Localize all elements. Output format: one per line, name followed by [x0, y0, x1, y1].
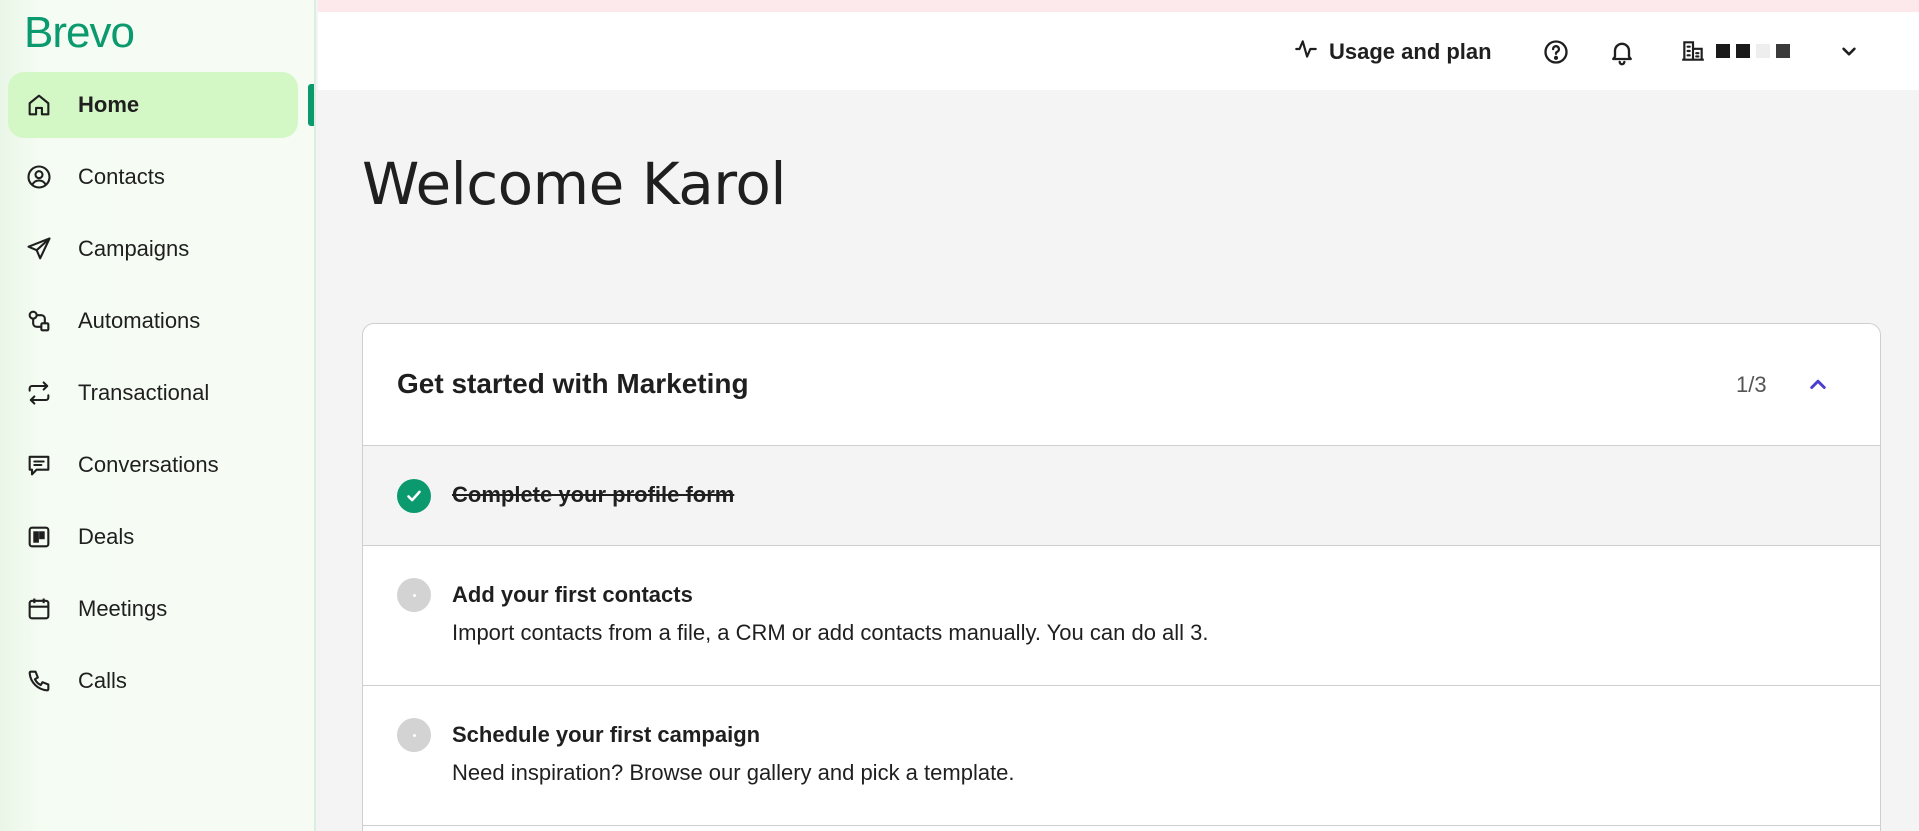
help-icon[interactable]	[1542, 38, 1570, 66]
sidebar-item-label: Calls	[78, 668, 127, 693]
usage-and-plan-button[interactable]: Usage and plan	[1293, 36, 1492, 68]
sidebar-item-label: Automations	[78, 308, 201, 333]
sidebar-item-meetings[interactable]: Meetings	[8, 576, 298, 642]
sidebar-item-contacts[interactable]: Contacts	[8, 144, 298, 210]
usage-and-plan-label: Usage and plan	[1329, 39, 1492, 64]
automations-icon	[24, 306, 54, 336]
calendar-icon	[24, 594, 54, 624]
paper-plane-icon	[24, 234, 54, 264]
onboarding-step-schedule-campaign[interactable]: Schedule your first campaign Need inspir…	[363, 686, 1880, 826]
sidebar-item-campaigns[interactable]: Campaigns	[8, 216, 298, 282]
onboarding-step-add-contacts[interactable]: Add your first contacts Import contacts …	[363, 546, 1880, 686]
top-banner-stripe	[318, 0, 1919, 12]
bell-icon[interactable]	[1608, 38, 1636, 66]
sidebar-item-label: Conversations	[78, 452, 219, 477]
sidebar-item-calls[interactable]: Calls	[8, 648, 298, 714]
sidebar: Brevo Home Contacts Campaigns Automation…	[0, 0, 316, 831]
app-root: Brevo Home Contacts Campaigns Automation…	[0, 0, 1919, 831]
home-icon	[24, 90, 54, 120]
organization-switcher[interactable]	[1680, 36, 1790, 66]
sidebar-item-label: Meetings	[78, 596, 168, 621]
sidebar-item-label: Contacts	[78, 164, 165, 189]
step-title: Add your first contacts	[452, 582, 693, 607]
pending-circle-icon	[397, 578, 431, 612]
sidebar-item-label: Transactional	[78, 380, 210, 405]
building-icon	[1680, 38, 1706, 64]
chevron-up-icon[interactable]	[1803, 370, 1833, 400]
pending-circle-icon	[397, 718, 431, 752]
onboarding-card-header[interactable]: Get started with Marketing 1/3	[363, 324, 1880, 446]
phone-icon	[24, 666, 54, 696]
onboarding-title: Get started with Marketing	[397, 368, 749, 399]
checkmark-icon	[397, 479, 431, 513]
sidebar-item-deals[interactable]: Deals	[8, 504, 298, 570]
sidebar-item-label: Home	[78, 92, 140, 117]
step-description: Need inspiration? Browse our gallery and…	[452, 760, 1015, 785]
chevron-down-icon[interactable]	[1836, 38, 1862, 64]
kanban-icon	[24, 522, 54, 552]
redacted-org-name	[1716, 44, 1790, 58]
top-bar: Usage and plan	[318, 12, 1919, 90]
brevo-logo[interactable]: Brevo	[24, 8, 135, 58]
sidebar-item-home[interactable]: Home	[8, 72, 298, 138]
sidebar-item-label: Deals	[78, 524, 135, 549]
sidebar-item-automations[interactable]: Automations	[8, 288, 298, 354]
sidebar-item-transactional[interactable]: Transactional	[8, 360, 298, 426]
step-title: Complete your profile form	[452, 482, 735, 507]
repeat-arrows-icon	[24, 378, 54, 408]
activity-pulse-icon	[1293, 36, 1319, 68]
chat-icon	[24, 450, 54, 480]
onboarding-step-complete-profile[interactable]: Complete your profile form	[363, 446, 1880, 546]
step-title: Schedule your first campaign	[452, 722, 761, 747]
sidebar-item-label: Campaigns	[78, 236, 190, 261]
active-nav-indicator	[308, 84, 314, 126]
onboarding-progress: 1/3	[1736, 372, 1767, 397]
contacts-icon	[24, 162, 54, 192]
step-description: Import contacts from a file, a CRM or ad…	[452, 620, 1209, 645]
sidebar-item-conversations[interactable]: Conversations	[8, 432, 298, 498]
welcome-heading: Welcome Karol	[362, 150, 786, 218]
onboarding-card: Get started with Marketing 1/3 Complete …	[362, 323, 1881, 831]
sidebar-nav: Home Contacts Campaigns Automations Tran…	[8, 72, 298, 720]
